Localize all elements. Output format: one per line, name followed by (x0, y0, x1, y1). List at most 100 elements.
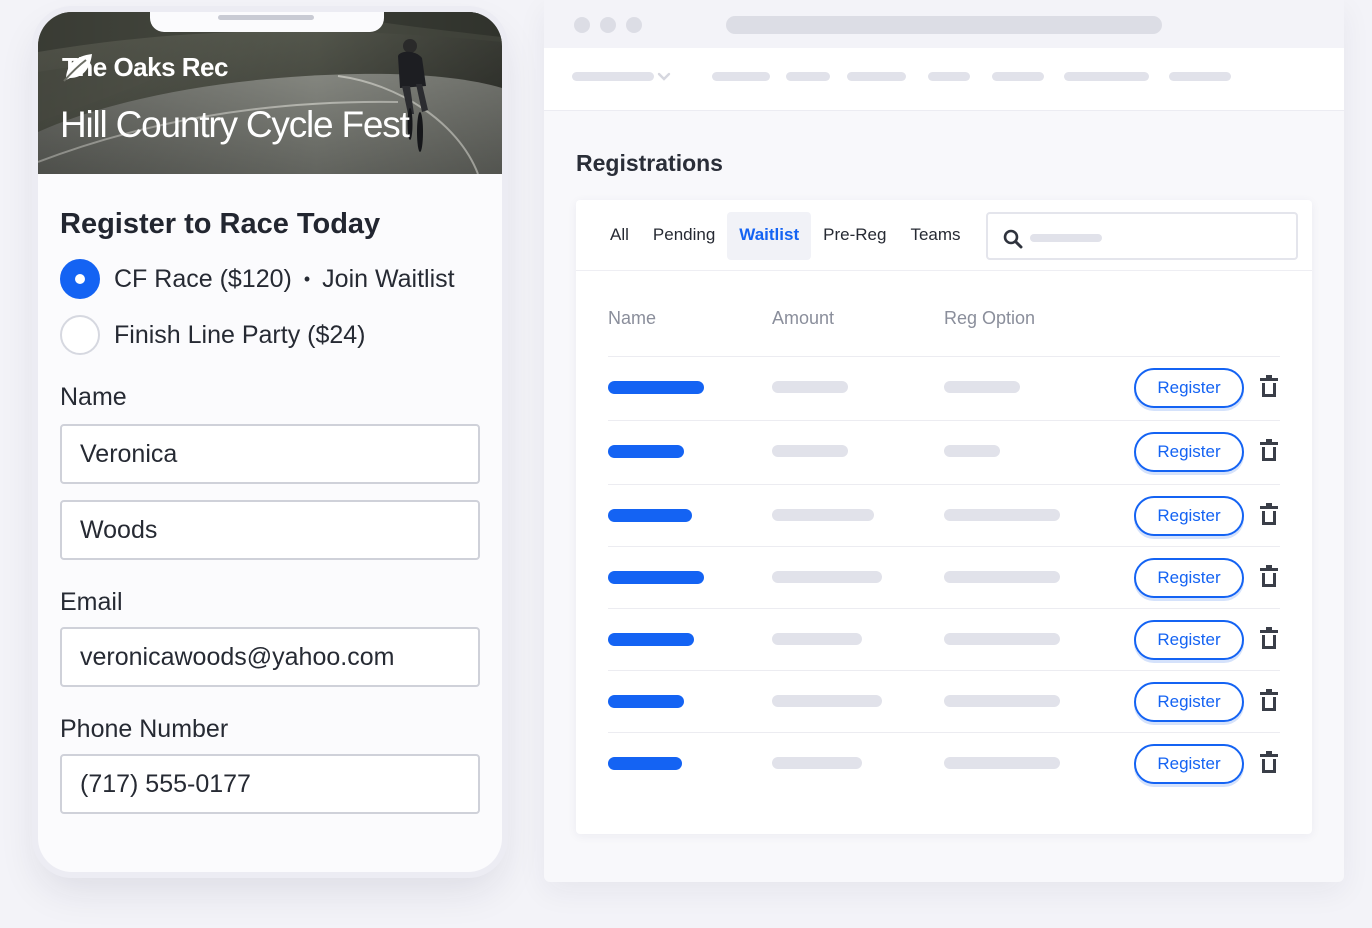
name-placeholder (608, 633, 694, 646)
table-row: Register (608, 484, 1280, 546)
row-divider (608, 670, 1280, 671)
trash-icon[interactable] (1259, 751, 1279, 775)
register-button[interactable]: Register (1134, 558, 1244, 598)
form-heading: Register to Race Today (60, 208, 381, 240)
row-divider (608, 420, 1280, 421)
app-navbar (544, 48, 1344, 110)
reg-option-placeholder (944, 445, 1000, 457)
browser-chrome (544, 0, 1344, 48)
row-divider (608, 546, 1280, 547)
window-maximize-dot[interactable] (626, 17, 642, 33)
reg-option-placeholder (944, 509, 1060, 521)
option-cf-race-label: CF Race ($120) (114, 264, 292, 293)
register-button[interactable]: Register (1134, 368, 1244, 408)
event-hero-banner: The Oaks Rec Hill Country Cycle Fest (38, 12, 502, 174)
name-label: Name (60, 383, 127, 411)
search-icon (1003, 229, 1023, 249)
row-divider (608, 484, 1280, 485)
nav-item-placeholder[interactable] (1064, 72, 1149, 81)
trash-icon[interactable] (1259, 439, 1279, 463)
phone-registration-form: The Oaks Rec Hill Country Cycle Fest Reg… (38, 12, 502, 872)
register-button[interactable]: Register (1134, 620, 1244, 660)
email-input[interactable] (60, 627, 480, 687)
name-placeholder (608, 571, 704, 584)
phone-notch (150, 12, 384, 32)
trash-icon[interactable] (1259, 689, 1279, 713)
email-label: Email (60, 588, 123, 616)
row-divider (608, 732, 1280, 733)
reg-option-placeholder (944, 757, 1060, 769)
tab-all[interactable]: All (598, 212, 641, 260)
amount-placeholder (772, 757, 862, 769)
amount-placeholder (772, 695, 882, 707)
register-button[interactable]: Register (1134, 432, 1244, 472)
trash-icon[interactable] (1259, 503, 1279, 527)
event-title: Hill Country Cycle Fest (60, 104, 410, 145)
nav-item-placeholder[interactable] (1169, 72, 1231, 81)
address-bar[interactable] (726, 16, 1162, 34)
reg-option-placeholder (944, 633, 1060, 645)
option-finish-line-party-label: Finish Line Party ($24) (114, 320, 366, 349)
amount-placeholder (772, 381, 848, 393)
amount-placeholder (772, 509, 874, 521)
trash-icon[interactable] (1259, 375, 1279, 399)
table-row: Register (608, 356, 1280, 418)
table-row: Register (608, 670, 1280, 732)
name-placeholder (608, 381, 704, 394)
search-input[interactable] (986, 212, 1298, 260)
name-placeholder (608, 445, 684, 458)
join-waitlist-label: Join Waitlist (322, 264, 455, 293)
hero-road-image (38, 12, 502, 174)
search-placeholder (1030, 234, 1102, 242)
option-separator: • (303, 268, 311, 289)
name-placeholder (608, 509, 692, 522)
option-finish-line-party[interactable]: Finish Line Party ($24) (60, 315, 480, 355)
table-row: Register (608, 420, 1280, 482)
amount-placeholder (772, 445, 848, 457)
page-title: Registrations (576, 150, 723, 176)
name-placeholder (608, 695, 684, 708)
column-header-name[interactable]: Name (608, 308, 656, 329)
table-row: Register (608, 546, 1280, 608)
row-divider (608, 608, 1280, 609)
radio-selected[interactable] (60, 259, 100, 299)
option-label: CF Race ($120) • Join Waitlist (114, 265, 455, 294)
tab-waitlist[interactable]: Waitlist (727, 212, 812, 260)
amount-placeholder (772, 571, 882, 583)
browser-window: Registrations All Pending Waitlist Pre-R… (544, 0, 1344, 882)
tab-pre-reg[interactable]: Pre-Reg (811, 212, 898, 260)
register-button[interactable]: Register (1134, 496, 1244, 536)
trash-icon[interactable] (1259, 565, 1279, 589)
tabs-divider (576, 270, 1312, 271)
nav-item-placeholder[interactable] (847, 72, 906, 81)
register-button[interactable]: Register (1134, 744, 1244, 784)
column-header-amount[interactable]: Amount (772, 308, 834, 329)
chevron-down-icon[interactable] (657, 72, 671, 82)
name-placeholder (608, 757, 682, 770)
table-row: Register (608, 608, 1280, 670)
tab-pending[interactable]: Pending (641, 212, 727, 260)
nav-item-placeholder[interactable] (928, 72, 970, 81)
window-minimize-dot[interactable] (600, 17, 616, 33)
nav-item-placeholder[interactable] (786, 72, 830, 81)
trash-icon[interactable] (1259, 627, 1279, 651)
nav-item-placeholder[interactable] (712, 72, 770, 81)
tab-teams[interactable]: Teams (898, 212, 972, 260)
org-switcher-placeholder[interactable] (572, 72, 654, 81)
phone-number-label: Phone Number (60, 715, 229, 743)
registration-tabs: All Pending Waitlist Pre-Reg Teams (598, 212, 973, 260)
register-button[interactable]: Register (1134, 682, 1244, 722)
amount-placeholder (772, 633, 862, 645)
row-divider (608, 356, 1280, 357)
last-name-input[interactable] (60, 500, 480, 560)
reg-option-placeholder (944, 381, 1020, 393)
reg-option-placeholder (944, 695, 1060, 707)
table-row: Register (608, 732, 1280, 794)
column-header-reg-option[interactable]: Reg Option (944, 308, 1035, 329)
window-close-dot[interactable] (574, 17, 590, 33)
nav-item-placeholder[interactable] (992, 72, 1044, 81)
option-cf-race[interactable]: CF Race ($120) • Join Waitlist (60, 259, 480, 299)
radio-unselected[interactable] (60, 315, 100, 355)
phone-number-input[interactable] (60, 754, 480, 814)
first-name-input[interactable] (60, 424, 480, 484)
